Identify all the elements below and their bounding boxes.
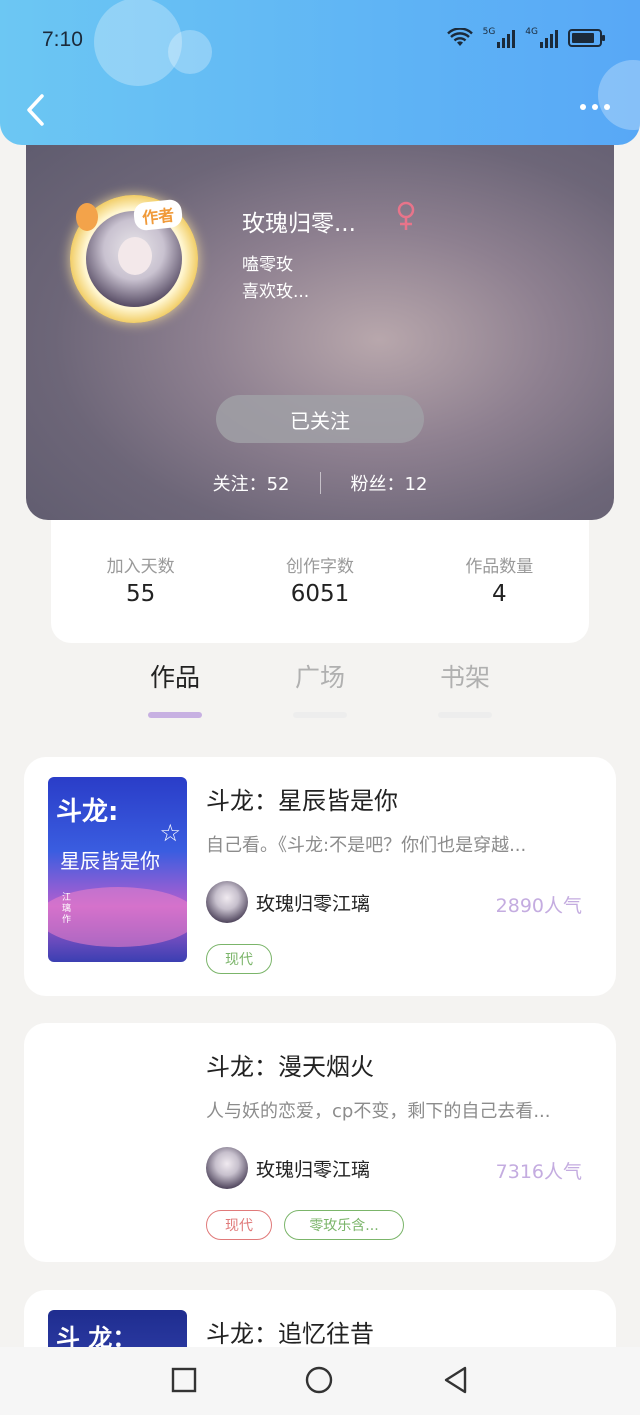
decor-bubble bbox=[598, 60, 640, 130]
stat-join-days: 加入天数 55 bbox=[51, 500, 230, 643]
status-time: 7:10 bbox=[42, 28, 83, 51]
followed-button[interactable]: 已关注 bbox=[216, 395, 424, 443]
stats-card: 加入天数 55 创作字数 6051 作品数量 4 bbox=[51, 500, 589, 643]
female-icon bbox=[397, 201, 415, 230]
network-4g-label: 4G bbox=[525, 27, 538, 37]
author-tagline: 嗑零玫 bbox=[242, 255, 293, 275]
decor-bubble bbox=[168, 30, 212, 74]
author-avatar bbox=[206, 1147, 248, 1189]
cover-title: 斗龙: bbox=[56, 797, 119, 827]
book-description: 人与妖的恋爱，cp不变，剩下的自己去看... bbox=[206, 1101, 551, 1122]
tag-chip[interactable]: 零玫乐含... bbox=[284, 1210, 404, 1240]
battery-icon bbox=[568, 29, 605, 47]
book-author[interactable]: 玫瑰归零江璃 bbox=[206, 881, 370, 923]
follow-stats: 关注：52 粉丝：12 bbox=[26, 470, 614, 496]
author-name-label: 玫瑰归零江璃 bbox=[256, 892, 371, 915]
stat-value: 6051 bbox=[290, 581, 350, 607]
author-name-label: 玫瑰归零江璃 bbox=[256, 1158, 371, 1181]
book-title[interactable]: 斗龙：追忆往昔 bbox=[206, 1314, 374, 1349]
book-author[interactable]: 玫瑰归零江璃 bbox=[206, 1147, 370, 1189]
more-dots-icon[interactable] bbox=[580, 104, 610, 110]
back-triangle-icon[interactable] bbox=[442, 1365, 470, 1395]
bean-decoration-icon bbox=[76, 203, 98, 231]
book-card[interactable]: 斗龙: 星辰皆是你 ☆ 江璃作 斗龙：星辰皆是你 自己看。《斗龙:不是吧？你们也… bbox=[24, 757, 616, 996]
tag-list: 现代 零玫乐含... bbox=[206, 1210, 404, 1240]
avatar[interactable]: 作者 bbox=[70, 195, 198, 323]
author-avatar bbox=[206, 881, 248, 923]
system-nav-bar bbox=[0, 1347, 640, 1415]
popularity-count: 2890人气 bbox=[495, 895, 582, 917]
tab-works[interactable]: 作品 bbox=[140, 658, 210, 718]
tab-indicator bbox=[293, 712, 347, 718]
tab-indicator bbox=[148, 712, 202, 718]
popularity-count: 7316人气 bbox=[495, 1161, 582, 1183]
stat-works-count: 作品数量 4 bbox=[410, 500, 589, 643]
stat-label: 作品数量 bbox=[465, 557, 534, 577]
signal-icon bbox=[540, 28, 558, 48]
tab-indicator bbox=[438, 712, 492, 718]
network-5g-label: 5G bbox=[482, 27, 496, 37]
tab-label: 书架 bbox=[439, 663, 490, 692]
stat-label: 加入天数 bbox=[106, 557, 175, 577]
chevron-left-icon[interactable] bbox=[22, 92, 50, 128]
cover-author: 江璃作 bbox=[62, 893, 72, 925]
author-bio: 喜欢玫... bbox=[242, 282, 310, 302]
tab-label: 作品 bbox=[149, 663, 200, 692]
tab-square[interactable]: 广场 bbox=[285, 658, 355, 718]
status-icons: 5G 4G bbox=[446, 27, 605, 48]
recent-apps-icon[interactable] bbox=[171, 1367, 197, 1393]
book-title[interactable]: 斗龙：漫天烟火 bbox=[206, 1047, 374, 1082]
following-count[interactable]: 关注：52 bbox=[213, 470, 290, 496]
book-title[interactable]: 斗龙：星辰皆是你 bbox=[206, 781, 398, 816]
book-description: 自己看。《斗龙:不是吧？你们也是穿越... bbox=[206, 835, 527, 856]
tag-chip[interactable]: 现代 bbox=[206, 944, 272, 974]
cover-subtitle: 星辰皆是你 bbox=[60, 849, 160, 873]
stat-value: 4 bbox=[492, 581, 507, 607]
stat-value: 55 bbox=[126, 581, 156, 607]
book-card[interactable]: 斗龙：漫天烟火 人与妖的恋爱，cp不变，剩下的自己去看... 玫瑰归零江璃 73… bbox=[24, 1023, 616, 1262]
profile-card: 作者 玫瑰归零... 嗑零玫 喜欢玫... 已关注 关注：52 粉丝：12 bbox=[26, 120, 614, 520]
star-icon: ☆ bbox=[159, 819, 181, 847]
book-cover[interactable]: 斗龙: 星辰皆是你 ☆ 江璃作 bbox=[48, 777, 187, 962]
fans-count[interactable]: 粉丝：12 bbox=[351, 470, 428, 496]
tab-bar: 作品 广场 书架 bbox=[0, 658, 640, 718]
signal-icon bbox=[497, 28, 516, 48]
author-name: 玫瑰归零... bbox=[242, 211, 356, 237]
tag-list: 现代 bbox=[206, 944, 272, 974]
wifi-icon bbox=[446, 28, 473, 46]
tag-chip[interactable]: 现代 bbox=[206, 1210, 272, 1240]
stat-word-count: 创作字数 6051 bbox=[230, 500, 409, 643]
tab-label: 广场 bbox=[294, 663, 345, 692]
stat-label: 创作字数 bbox=[285, 557, 354, 577]
top-header: 7:10 5G 4G bbox=[0, 0, 640, 145]
divider bbox=[319, 472, 321, 494]
tab-bookshelf[interactable]: 书架 bbox=[430, 658, 500, 718]
home-icon[interactable] bbox=[304, 1365, 334, 1395]
